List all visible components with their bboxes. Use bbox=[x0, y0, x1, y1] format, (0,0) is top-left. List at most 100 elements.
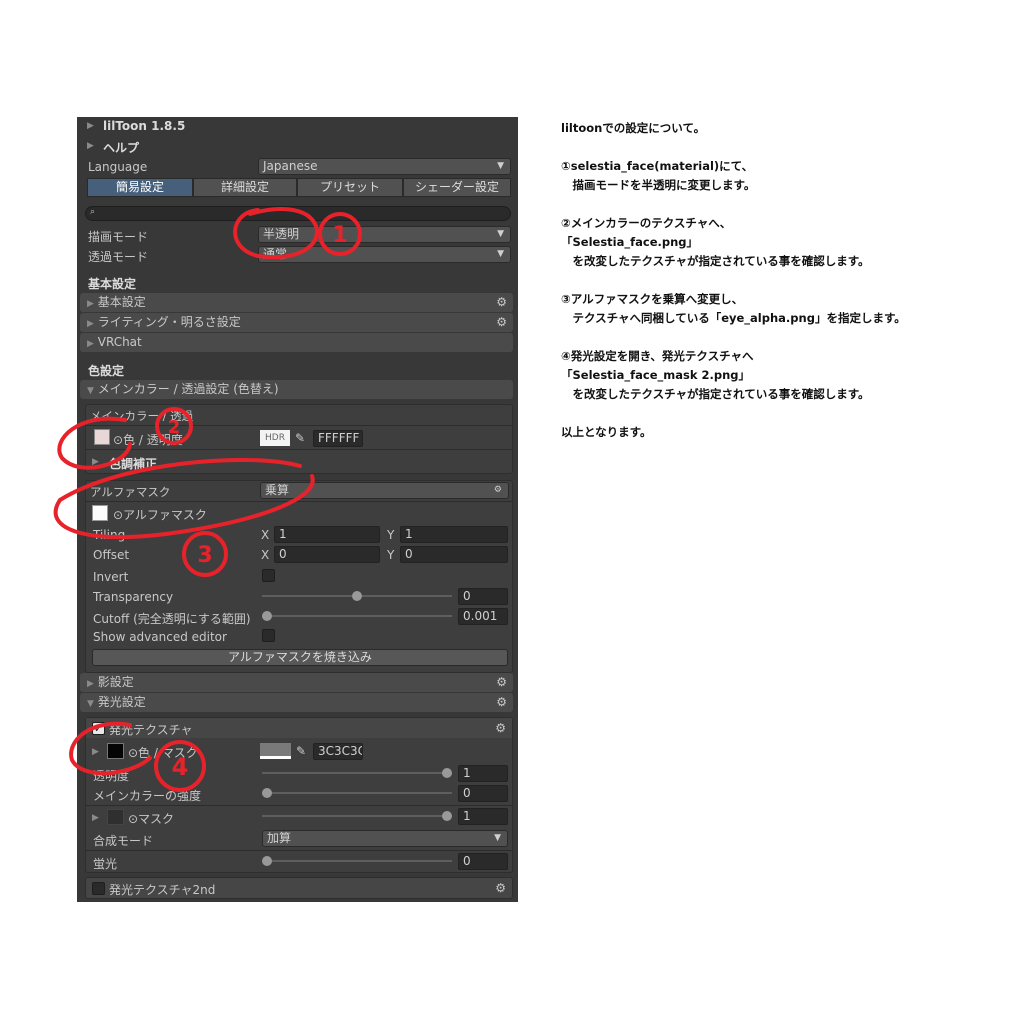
gear-icon[interactable]: ⚙ bbox=[496, 673, 507, 692]
main-texture-thumbnail[interactable] bbox=[94, 429, 110, 445]
divider bbox=[86, 805, 512, 806]
gear-icon[interactable]: ⚙ bbox=[496, 693, 507, 712]
chevron-down-icon: ▼ bbox=[494, 833, 501, 843]
mask-field[interactable]: 1 bbox=[458, 808, 508, 825]
transparency-slider[interactable] bbox=[262, 590, 452, 602]
alpha-mask-mode-dropdown[interactable]: 乗算 ⚙ bbox=[260, 482, 509, 499]
emission-tex-label: 発光テクスチャ bbox=[109, 723, 193, 737]
gear-icon[interactable]: ⚙ bbox=[495, 721, 506, 735]
section-main-color[interactable]: ▼ メインカラー / 透過設定 (色替え) bbox=[80, 380, 513, 399]
main-color-strength-slider[interactable] bbox=[262, 787, 452, 799]
gear-icon[interactable]: ⚙ bbox=[494, 483, 502, 498]
tab-preset[interactable]: プリセット bbox=[297, 178, 403, 197]
cutoff-field[interactable]: 0.001 bbox=[458, 608, 508, 625]
foldout-arrow-icon[interactable]: ▶ bbox=[92, 457, 99, 467]
tiling-y-field[interactable]: 1 bbox=[400, 526, 508, 543]
emission2-checkbox[interactable] bbox=[92, 882, 105, 895]
cutoff-label: Cutoff (完全透明にする範囲) bbox=[93, 612, 251, 626]
section-emission[interactable]: ▼ 発光設定 ⚙ bbox=[80, 693, 513, 712]
slider-knob[interactable] bbox=[262, 611, 272, 621]
transparent-mode-dropdown[interactable]: 通常 ▼ bbox=[258, 246, 511, 263]
slider-knob[interactable] bbox=[442, 811, 452, 821]
slider-knob[interactable] bbox=[442, 768, 452, 778]
y-label: Y bbox=[387, 548, 395, 562]
note-line: テクスチャへ同梱している「eye_alpha.png」を指定します。 bbox=[561, 311, 906, 325]
bake-alpha-mask-button[interactable]: アルファマスクを焼き込み bbox=[92, 649, 508, 666]
slider-track bbox=[262, 860, 452, 862]
tiling-x-field[interactable]: 1 bbox=[274, 526, 380, 543]
fluorescence-slider[interactable] bbox=[262, 855, 452, 867]
blend-mode-dropdown[interactable]: 加算 ▼ bbox=[262, 830, 508, 847]
tab-shader-settings[interactable]: シェーダー設定 bbox=[403, 178, 511, 197]
offset-y-field[interactable]: 0 bbox=[400, 546, 508, 563]
help-foldout[interactable]: ヘルプ bbox=[103, 139, 139, 156]
color-correction-foldout[interactable]: 色調補正 bbox=[109, 455, 157, 472]
emission-opacity-field[interactable]: 1 bbox=[458, 765, 508, 782]
x-label: X bbox=[261, 528, 270, 542]
emission2-box: 発光テクスチャ2nd ⚙ bbox=[85, 877, 513, 899]
transparent-mode-label: 透過モード bbox=[88, 250, 149, 264]
slider-track bbox=[262, 772, 452, 774]
main-color-hex-field[interactable]: FFFFFF bbox=[313, 430, 363, 447]
offset-x-field[interactable]: 0 bbox=[274, 546, 380, 563]
divider bbox=[86, 425, 512, 426]
main-color-tex-label: ⊙色 / 透明度 bbox=[113, 433, 183, 447]
emission-color-label: ⊙色 / マスク bbox=[128, 746, 198, 760]
mask-texture-thumbnail[interactable] bbox=[107, 809, 124, 825]
cutoff-slider[interactable] bbox=[262, 610, 452, 622]
instruction-notes: liltoonでの設定について。 ①selestia_face(material… bbox=[561, 119, 906, 442]
foldout-arrow-icon[interactable]: ▶ bbox=[87, 121, 94, 131]
tab-advanced[interactable]: 詳細設定 bbox=[193, 178, 297, 197]
fluorescence-field[interactable]: 0 bbox=[458, 853, 508, 870]
gear-icon[interactable]: ⚙ bbox=[496, 313, 507, 332]
slider-knob[interactable] bbox=[262, 788, 272, 798]
foldout-arrow-icon: ▶ bbox=[87, 679, 94, 689]
offset-label: Offset bbox=[93, 548, 130, 562]
foldout-arrow-icon[interactable]: ▶ bbox=[87, 141, 94, 151]
chevron-down-icon: ▼ bbox=[497, 161, 504, 171]
foldout-arrow-icon[interactable]: ▶ bbox=[92, 747, 99, 757]
transparency-field[interactable]: 0 bbox=[458, 588, 508, 605]
main-color-box: メインカラー / 透過 ⊙色 / 透明度 HDR ✎ FFFFFF ▶ 色調補正 bbox=[85, 404, 513, 474]
render-mode-dropdown[interactable]: 半透明 ▼ bbox=[258, 226, 511, 243]
gear-icon[interactable]: ⚙ bbox=[495, 881, 506, 895]
emission-opacity-slider[interactable] bbox=[262, 767, 452, 779]
slider-knob[interactable] bbox=[262, 856, 272, 866]
eyedropper-icon[interactable]: ✎ bbox=[295, 431, 305, 445]
section-label: ライティング・明るさ設定 bbox=[97, 315, 241, 329]
basic-settings-header: 基本設定 bbox=[88, 277, 137, 291]
gear-icon[interactable]: ⚙ bbox=[496, 293, 507, 312]
hdr-color-swatch[interactable]: HDR bbox=[260, 430, 290, 446]
section-vrchat[interactable]: ▶ VRChat bbox=[80, 333, 513, 352]
emission-texture-thumbnail[interactable] bbox=[107, 743, 124, 759]
section-shadow[interactable]: ▶ 影設定 ⚙ bbox=[80, 673, 513, 692]
search-input[interactable]: ⌕ bbox=[85, 206, 511, 221]
blend-mode-value: 加算 bbox=[267, 831, 292, 845]
emission-hex-field[interactable]: 3C3C3C bbox=[313, 743, 363, 760]
emission-color-swatch[interactable] bbox=[260, 743, 291, 759]
advanced-editor-checkbox[interactable] bbox=[262, 629, 275, 642]
foldout-arrow-icon: ▶ bbox=[87, 339, 94, 349]
slider-knob[interactable] bbox=[352, 591, 362, 601]
foldout-arrow-icon[interactable]: ▶ bbox=[92, 813, 99, 823]
note-line: ③アルファマスクを乗算へ変更し、 bbox=[561, 292, 744, 306]
language-dropdown[interactable]: Japanese ▼ bbox=[258, 158, 511, 175]
alpha-mask-label: アルファマスク bbox=[90, 485, 171, 499]
tab-simple[interactable]: 簡易設定 bbox=[87, 178, 193, 197]
mask-slider[interactable] bbox=[262, 810, 452, 822]
note-line: 「Selestia_face.png」 bbox=[561, 235, 699, 249]
alpha-mask-thumbnail[interactable] bbox=[92, 505, 108, 521]
section-lighting[interactable]: ▶ ライティング・明るさ設定 ⚙ bbox=[80, 313, 513, 332]
section-label: VRChat bbox=[97, 335, 142, 349]
note-line: を改変したテクスチャが指定されている事を確認します。 bbox=[561, 387, 870, 401]
foldout-arrow-icon: ▶ bbox=[87, 299, 94, 309]
invert-label: Invert bbox=[93, 570, 129, 584]
eyedropper-icon[interactable]: ✎ bbox=[296, 744, 306, 758]
divider bbox=[86, 501, 512, 502]
emission-checkbox[interactable]: ✓ bbox=[92, 722, 105, 735]
slider-track bbox=[262, 792, 452, 794]
invert-checkbox[interactable] bbox=[262, 569, 275, 582]
section-basic-settings[interactable]: ▶ 基本設定 ⚙ bbox=[80, 293, 513, 312]
main-color-strength-field[interactable]: 0 bbox=[458, 785, 508, 802]
